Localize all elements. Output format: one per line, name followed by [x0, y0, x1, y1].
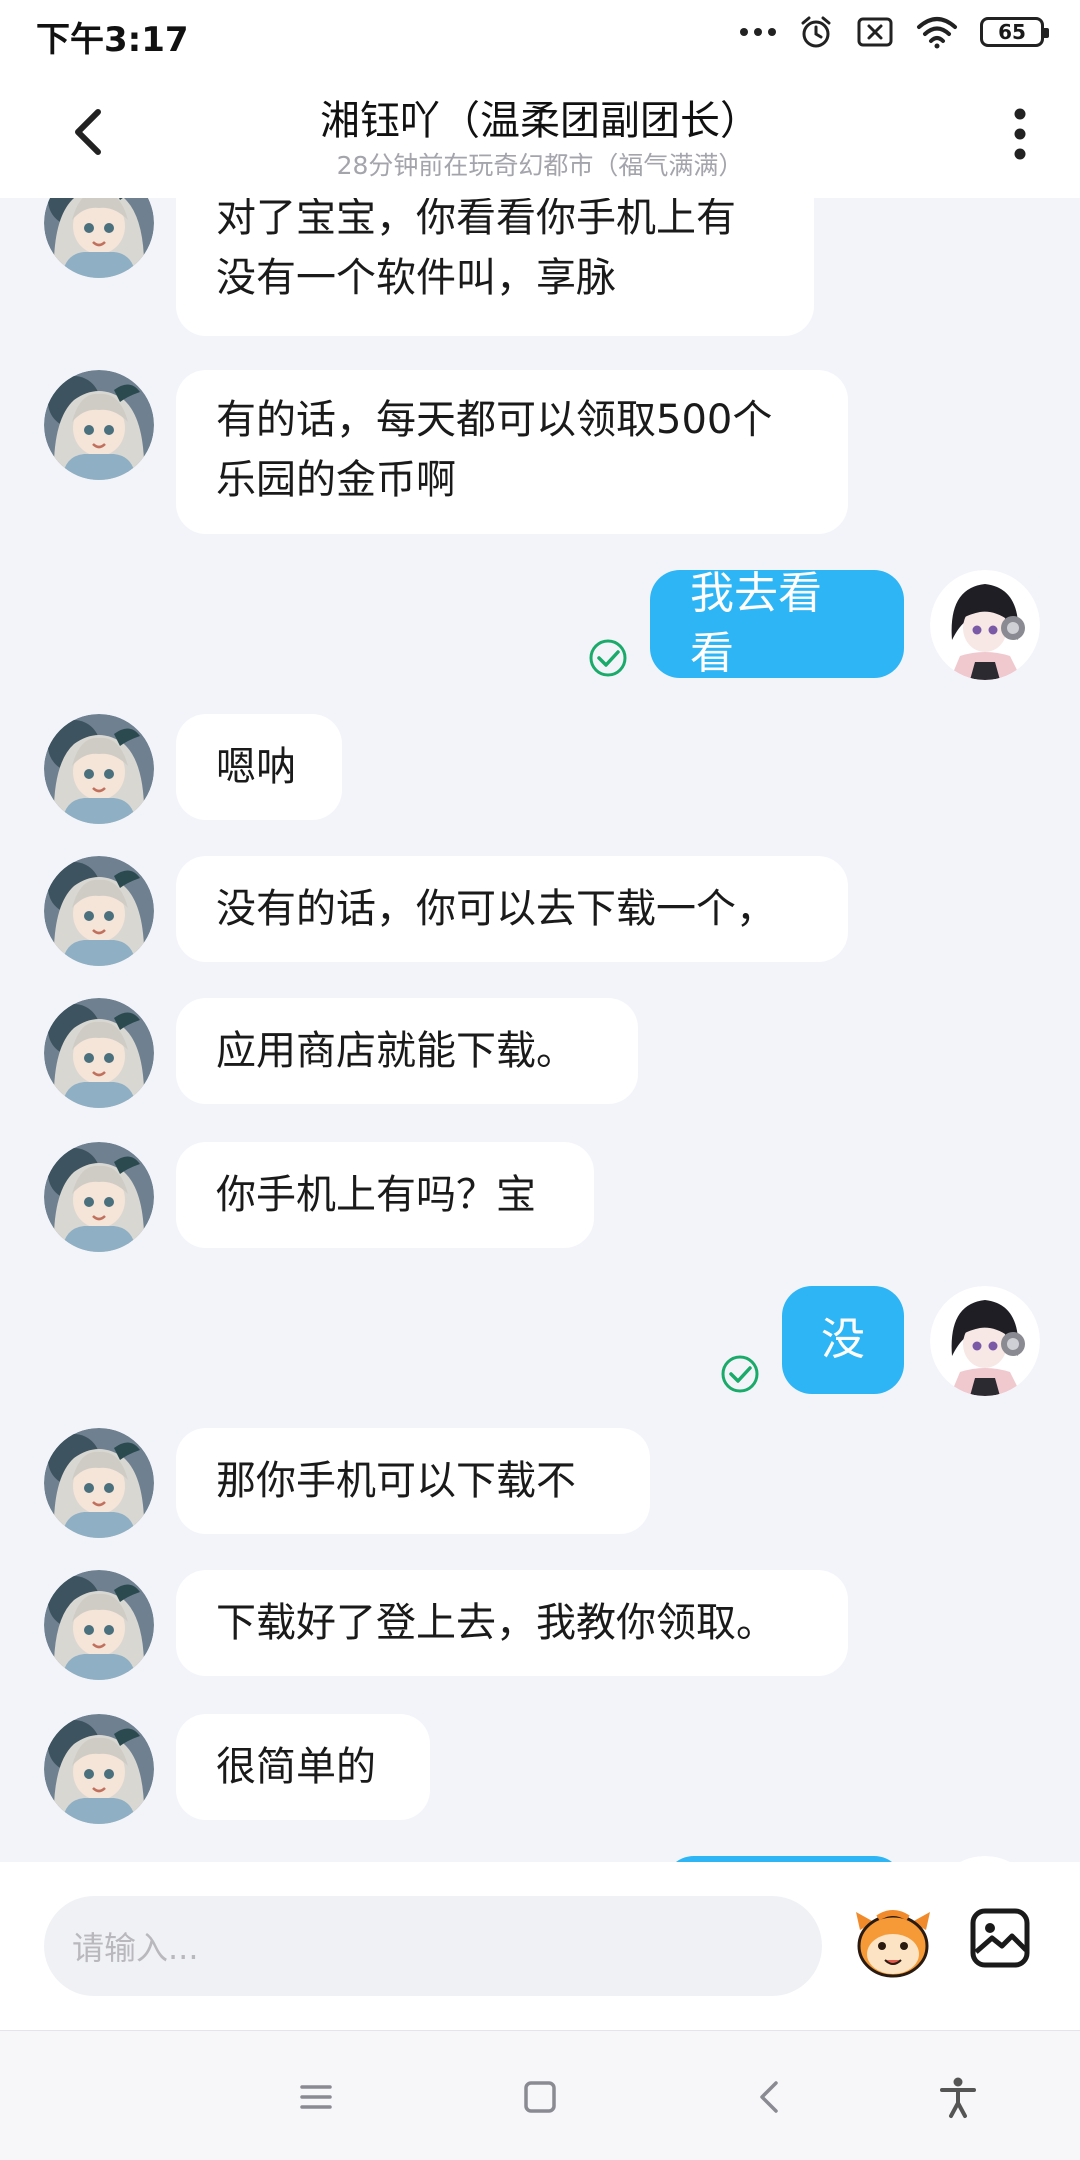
message-input-placeholder: 请输入...: [72, 1929, 199, 1967]
more-notifications-icon: [740, 28, 776, 36]
status-time: 下午3:17: [36, 20, 189, 60]
read-check-icon: [588, 638, 628, 678]
message-text: 我去看看: [690, 568, 822, 679]
message-text: 你手机上有吗？宝: [216, 1172, 536, 1218]
message-text: 有的话，每天都可以领取500个乐园的金币啊: [216, 397, 773, 503]
alarm-icon: [801, 16, 831, 48]
composer: 请输入...: [0, 1862, 1080, 2030]
chat-screen: 下午3:17 65 湘钰吖（温柔团副团长） 28分钟前在玩奇幻都市（福气满满） …: [0, 0, 1080, 2160]
message-bubble-incoming[interactable]: 你手机上有吗？宝: [176, 1142, 594, 1248]
chat-header: 湘钰吖（温柔团副团长） 28分钟前在玩奇幻都市（福气满满）: [0, 68, 1080, 198]
message-list[interactable]: 对了宝宝，你看看你手机上有没有一个软件叫，享脉 有的话，每天都可以领取500个乐…: [0, 198, 1080, 1862]
message-bubble-incoming[interactable]: 对了宝宝，你看看你手机上有没有一个软件叫，享脉: [176, 198, 814, 336]
message-bubble-incoming[interactable]: 很简单的: [176, 1714, 430, 1820]
battery-level: 65: [998, 20, 1026, 44]
home-square-icon[interactable]: [518, 2075, 562, 2119]
message-bubble-outgoing[interactable]: 没: [782, 1286, 904, 1394]
wifi-icon: [917, 17, 957, 49]
message-bubble-outgoing[interactable]: 我去看看: [650, 568, 904, 679]
chat-subtitle: 28分钟前在玩奇幻都市（福气满满）: [336, 151, 744, 180]
contact-avatar[interactable]: [44, 1428, 154, 1538]
battery-icon: 65: [980, 17, 1049, 47]
contact-avatar[interactable]: [44, 998, 154, 1108]
emoji-face-icon[interactable]: [852, 1900, 934, 1982]
message-text: 下载好了登上去，我教你领取。: [216, 1600, 776, 1646]
message-text: 应用商店就能下载。: [216, 1028, 576, 1074]
contact-avatar[interactable]: [44, 856, 154, 966]
status-icons: 65: [740, 14, 1049, 50]
message-text: 很简单的: [216, 1744, 376, 1790]
contact-avatar[interactable]: [44, 370, 154, 480]
contact-avatar[interactable]: [44, 198, 154, 278]
message-text: 对了宝宝，你看看你手机上有没有一个软件叫，享脉: [216, 198, 736, 301]
back-nav-icon[interactable]: [748, 2075, 792, 2119]
more-vertical-icon[interactable]: [1000, 104, 1040, 164]
contact-avatar[interactable]: [44, 714, 154, 824]
message-bubble-incoming[interactable]: 应用商店就能下载。: [176, 998, 638, 1104]
message-bubble-incoming[interactable]: 没有的话，你可以去下载一个，: [176, 856, 848, 962]
read-check-icon: [720, 1354, 760, 1394]
message-text: 没有的话，你可以去下载一个，: [216, 886, 776, 932]
message-bubble-incoming[interactable]: 那你手机可以下载不: [176, 1428, 650, 1534]
message-bubble-incoming[interactable]: 嗯呐: [176, 714, 342, 820]
contact-avatar[interactable]: [44, 1714, 154, 1824]
message-bubble-incoming[interactable]: 有的话，每天都可以领取500个乐园的金币啊: [176, 370, 848, 534]
message-text: 那你手机可以下载不: [216, 1458, 576, 1504]
my-avatar[interactable]: [930, 1286, 1040, 1396]
image-icon[interactable]: [968, 1906, 1032, 1970]
no-sim-icon: [857, 17, 893, 47]
my-avatar[interactable]: [930, 570, 1040, 680]
message-bubble-incoming[interactable]: 下载好了登上去，我教你领取。: [176, 1570, 848, 1676]
system-nav-bar: [0, 2030, 1080, 2160]
message-text: 嗯呐: [216, 744, 296, 790]
accessibility-icon[interactable]: [936, 2075, 980, 2119]
message-input[interactable]: 请输入...: [44, 1896, 822, 1996]
status-bar: 下午3:17 65: [0, 0, 1080, 68]
message-text: 没: [821, 1314, 865, 1365]
menu-icon[interactable]: [294, 2075, 338, 2119]
chat-title[interactable]: 湘钰吖（温柔团副团长）: [0, 88, 1080, 146]
contact-avatar[interactable]: [44, 1142, 154, 1252]
contact-avatar[interactable]: [44, 1570, 154, 1680]
